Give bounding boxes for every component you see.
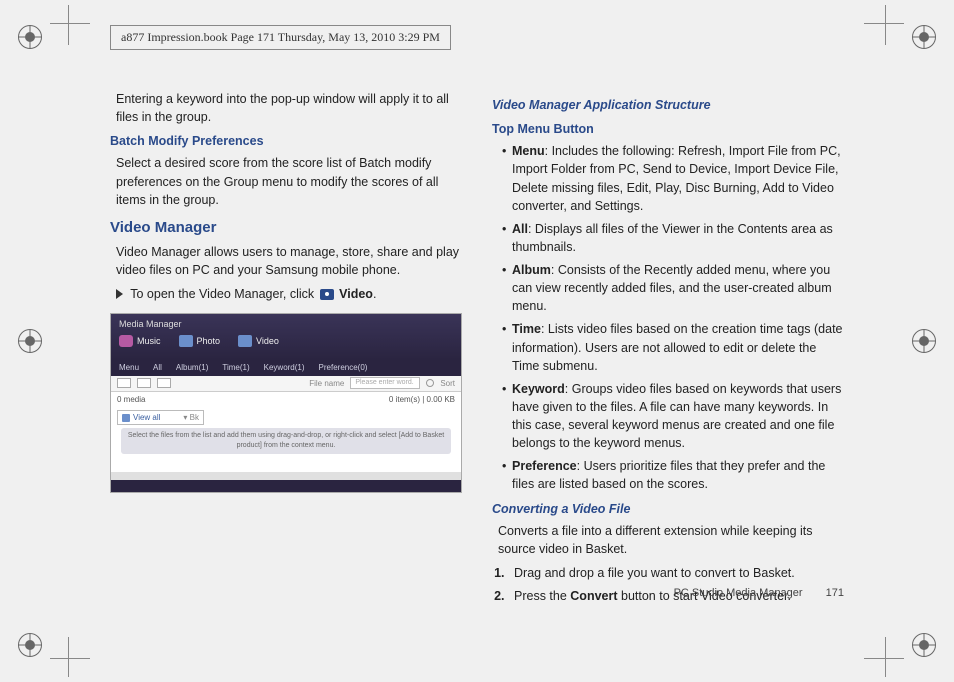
registration-mark-icon [912,633,936,657]
ss-bottom-bar [111,480,461,492]
video-tab-icon [238,335,252,347]
step-2-prefix: Press the [514,589,570,603]
triangle-bullet-icon [116,289,123,299]
right-column: Video Manager Application Structure Top … [492,90,844,602]
ss-view-all: View all ▾ Bk [117,410,204,426]
heading-converting: Converting a Video File [492,500,844,518]
intro-text: Entering a keyword into the pop-up windo… [110,90,462,126]
bullet-all: All: Displays all files of the Viewer in… [502,220,844,256]
ss-search-box: Please enter word. [350,377,420,389]
footer-page-number: 171 [826,587,844,599]
vm-body: Video Manager allows users to manage, st… [110,243,462,279]
crop-mark-icon [50,5,90,45]
step-2-bold: Convert [570,589,617,603]
step-1: Drag and drop a file you want to convert… [508,564,844,582]
bullet-album-text: : Consists of the Recently added menu, w… [512,263,832,313]
ss-toolbar: File name Please enter word. Sort [111,376,461,392]
ss-sort-label: Sort [440,378,455,390]
bullet-album-label: Album [512,263,551,277]
photo-icon [179,335,193,347]
ss-menu-item: Menu [119,362,139,374]
registration-mark-icon [18,25,42,49]
vm-open-label: Video [339,287,373,301]
ss-tab-photo-label: Photo [197,335,221,348]
page-content: Entering a keyword into the pop-up windo… [110,90,844,602]
ss-tab-photo: Photo [179,335,221,348]
bullet-preference-label: Preference [512,459,577,473]
vm-open-suffix: . [373,287,376,301]
video-icon [320,289,334,300]
bullet-menu-text: : Includes the following: Refresh, Impor… [512,144,841,212]
convert-body: Converts a file into a different extensi… [492,522,844,558]
ss-menu-item: Album(1) [176,362,208,374]
vm-open-line: To open the Video Manager, click Video. [110,285,462,303]
heading-vmas: Video Manager Application Structure [492,96,844,114]
ss-body: 0 media 0 item(s) | 0.00 KB View all ▾ B… [111,392,461,472]
registration-mark-icon [912,329,936,353]
ss-tab-video: Video [238,335,279,348]
ss-title: Media Manager [119,318,453,331]
bullet-all-text: : Displays all files of the Viewer in th… [512,222,833,254]
music-icon [119,335,133,347]
ss-tab-music: Music [119,335,161,348]
footer-section: PC Studio Media Manager [674,587,803,599]
registration-mark-icon [18,329,42,353]
media-manager-screenshot: Media Manager Music Photo Video [110,313,462,493]
bullet-keyword: Keyword: Groups video files based on key… [502,380,844,453]
registration-mark-icon [912,25,936,49]
ss-view-all-label: View all [133,412,160,424]
toolbar-button-icon [157,378,171,388]
ss-header: Media Manager Music Photo Video [111,314,461,360]
ss-menu-item: Time(1) [222,362,249,374]
ss-hint-text: Select the files from the list and add t… [121,428,451,454]
heading-batch-modify: Batch Modify Preferences [110,132,462,150]
bullet-keyword-label: Keyword [512,382,565,396]
bullet-album: Album: Consists of the Recently added me… [502,261,844,315]
crop-mark-icon [50,637,90,677]
page-header: a877 Impression.book Page 171 Thursday, … [110,25,451,50]
ss-tab-music-label: Music [137,335,161,348]
ss-menu-item: Preference(0) [319,362,368,374]
bullet-time: Time: Lists video files based on the cre… [502,320,844,374]
ss-menu-item: Keyword(1) [264,362,305,374]
bullet-time-text: : Lists video files based on the creatio… [512,322,843,372]
bullet-preference: Preference: Users prioritize files that … [502,457,844,493]
toolbar-button-icon [137,378,151,388]
heading-top-menu: Top Menu Button [492,120,844,138]
left-column: Entering a keyword into the pop-up windo… [110,90,462,602]
registration-mark-icon [18,633,42,657]
bullet-menu-label: Menu [512,144,545,158]
vm-open-prefix: To open the Video Manager, click [130,287,317,301]
page-footer: PC Studio Media Manager 171 [674,586,844,602]
batch-body: Select a desired score from the score li… [110,154,462,208]
ss-toolbar-filename: File name [309,378,344,390]
bullet-all-label: All [512,222,528,236]
toolbar-button-icon [117,378,131,388]
ss-tab-video-label: Video [256,335,279,348]
bullet-time-label: Time [512,322,541,336]
bullet-menu: Menu: Includes the following: Refresh, I… [502,142,844,215]
ss-menu-item: All [153,362,162,374]
top-menu-bullets: Menu: Includes the following: Refresh, I… [502,142,844,493]
ss-tabs: Music Photo Video [119,335,453,348]
crop-mark-icon [864,5,904,45]
ss-submenu: Menu All Album(1) Time(1) Keyword(1) Pre… [111,360,461,376]
search-icon [426,379,434,387]
ss-bk-label: Bk [190,413,199,422]
crop-mark-icon [864,637,904,677]
folder-icon [122,414,130,422]
heading-video-manager: Video Manager [110,217,462,239]
